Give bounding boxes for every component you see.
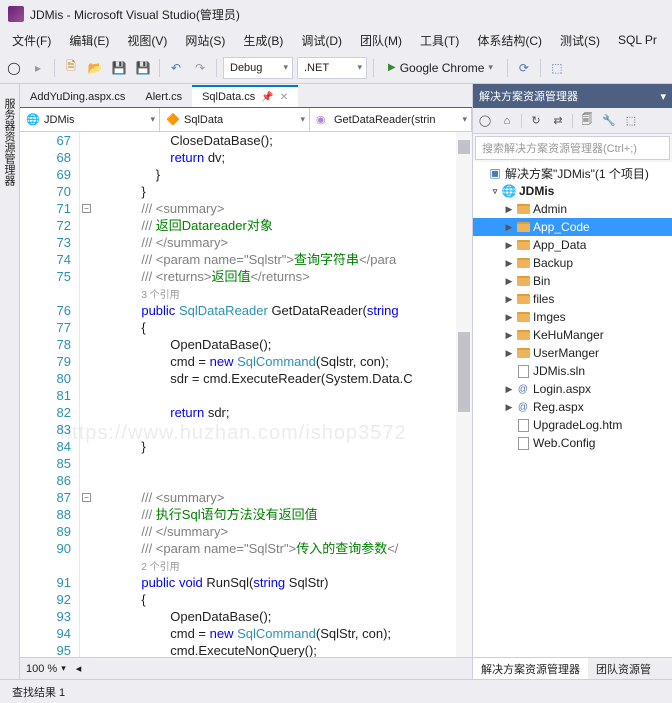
solution-explorer-header: 解决方案资源管理器 ▾	[473, 84, 672, 108]
sol-sync-button[interactable]: ⇄	[550, 113, 566, 129]
tree-node-backup[interactable]: ▶Backup	[473, 254, 672, 272]
class-icon: 🔶	[166, 113, 180, 127]
navigation-bar: 🌐 JDMis 🔶 SqlData ◉ GetDataReader(strin	[20, 108, 472, 132]
tree-node-jdmis-sln[interactable]: JDMis.sln	[473, 362, 672, 380]
tree-node-files[interactable]: ▶files	[473, 290, 672, 308]
menu-sql[interactable]: SQL Pr	[610, 31, 665, 49]
scroll-up-button[interactable]	[458, 140, 470, 154]
tree-node-upgradelog-htm[interactable]: UpgradeLog.htm	[473, 416, 672, 434]
window-title: JDMis - Microsoft Visual Studio(管理员)	[30, 6, 240, 23]
open-button[interactable]: 📂	[85, 58, 105, 78]
tree-node-kehumanger[interactable]: ▶KeHuManger	[473, 326, 672, 344]
document-tabs: AddYuDing.aspx.cs Alert.cs SqlData.cs 📌 …	[20, 84, 472, 108]
fold-toggle[interactable]: −	[82, 204, 91, 213]
menu-architecture[interactable]: 体系结构(C)	[469, 30, 550, 51]
vertical-scrollbar[interactable]	[456, 132, 472, 657]
play-icon: ▶	[388, 62, 396, 73]
sol-tab-team[interactable]: 团队资源管	[588, 658, 659, 679]
redo-button[interactable]: ↷	[190, 58, 210, 78]
solution-tree[interactable]: ▣解决方案"JDMis"(1 个项目)▿🌐JDMis▶Admin▶App_Cod…	[473, 162, 672, 657]
menu-view[interactable]: 视图(V)	[119, 30, 175, 51]
menu-debug[interactable]: 调试(D)	[293, 30, 350, 51]
sol-preview-button[interactable]: ⬚	[623, 113, 639, 129]
sol-showall-button[interactable]: 🗐	[579, 113, 595, 129]
statusbar: 查找结果 1	[0, 679, 672, 703]
sol-back-button[interactable]: ◯	[477, 113, 493, 129]
tree-node-bin[interactable]: ▶Bin	[473, 272, 672, 290]
tree-node-reg-aspx[interactable]: ▶@Reg.aspx	[473, 398, 672, 416]
config-dropdown[interactable]: Debug	[223, 57, 293, 79]
menu-test[interactable]: 测试(S)	[552, 30, 608, 51]
save-all-button[interactable]: 💾	[133, 58, 153, 78]
main-toolbar: ◯ ▸ 🗎 📂 💾 💾 ↶ ↷ Debug .NET ▶ Google Chro…	[0, 52, 672, 84]
tree-node-app-data[interactable]: ▶App_Data	[473, 236, 672, 254]
menu-build[interactable]: 生成(B)	[235, 30, 291, 51]
doc-tab-sqldata[interactable]: SqlData.cs 📌 ✕	[192, 85, 298, 107]
zoom-bar: 100 % ▾ ◂	[20, 657, 472, 679]
back-button[interactable]: ◯	[4, 58, 24, 78]
vs-logo-icon	[8, 6, 24, 22]
doc-tab-addyuding[interactable]: AddYuDing.aspx.cs	[20, 87, 135, 107]
menu-team[interactable]: 团队(M)	[352, 30, 410, 51]
browser-link-button[interactable]: ⟳	[514, 58, 534, 78]
sol-properties-button[interactable]: 🔧	[601, 113, 617, 129]
find-results-label[interactable]: 查找结果 1	[12, 684, 65, 700]
code-content[interactable]: CloseDataBase(); return dv; } } /// <sum…	[94, 132, 472, 657]
sol-refresh-button[interactable]: ↻	[528, 113, 544, 129]
sol-home-button[interactable]: ⌂	[499, 113, 515, 129]
platform-dropdown[interactable]: .NET	[297, 57, 367, 79]
tree-node-jdmis[interactable]: ▿🌐JDMis	[473, 182, 672, 200]
left-side-tabs: 服务器资源管理器 工具箱	[0, 84, 20, 679]
doc-tab-alert[interactable]: Alert.cs	[135, 87, 192, 107]
globe-icon: 🌐	[26, 113, 40, 127]
tree-node-imges[interactable]: ▶Imges	[473, 308, 672, 326]
scroll-thumb[interactable]	[458, 332, 470, 412]
sol-tab-explorer[interactable]: 解决方案资源管理器	[473, 658, 588, 679]
extension-button[interactable]: ⬚	[547, 58, 567, 78]
save-button[interactable]: 💾	[109, 58, 129, 78]
undo-button[interactable]: ↶	[166, 58, 186, 78]
zoom-level[interactable]: 100 %	[26, 663, 57, 675]
panel-dropdown-icon[interactable]: ▾	[660, 90, 666, 103]
folding-column[interactable]: −−	[80, 132, 94, 657]
menu-website[interactable]: 网站(S)	[177, 30, 233, 51]
solution-toolbar: ◯ ⌂ ↻ ⇄ 🗐 🔧 ⬚	[473, 108, 672, 134]
forward-button[interactable]: ▸	[28, 58, 48, 78]
new-project-button[interactable]: 🗎	[61, 58, 81, 78]
server-explorer-tab[interactable]: 服务器资源管理器	[0, 92, 19, 679]
method-icon: ◉	[316, 113, 330, 127]
code-editor[interactable]: 6768697071727374757677787980818283848586…	[20, 132, 472, 657]
nav-project-dropdown[interactable]: 🌐 JDMis	[20, 108, 160, 131]
solution-panel-tabs: 解决方案资源管理器 团队资源管	[473, 657, 672, 679]
tree-node-usermanger[interactable]: ▶UserManger	[473, 344, 672, 362]
menu-edit[interactable]: 编辑(E)	[61, 30, 117, 51]
close-icon[interactable]: ✕	[280, 92, 288, 103]
menu-tools[interactable]: 工具(T)	[412, 30, 467, 51]
nav-class-dropdown[interactable]: 🔶 SqlData	[160, 108, 310, 131]
pin-icon[interactable]: 📌	[261, 92, 273, 103]
tree-node-app-code[interactable]: ▶App_Code	[473, 218, 672, 236]
fold-toggle[interactable]: −	[82, 493, 91, 502]
menu-file[interactable]: 文件(F)	[4, 30, 59, 51]
line-numbers: 6768697071727374757677787980818283848586…	[20, 132, 80, 657]
tree-node-admin[interactable]: ▶Admin	[473, 200, 672, 218]
tree-node-web-config[interactable]: Web.Config	[473, 434, 672, 452]
tree-node-login-aspx[interactable]: ▶@Login.aspx	[473, 380, 672, 398]
solution-search-input[interactable]: 搜索解决方案资源管理器(Ctrl+;)	[475, 136, 670, 160]
menubar: 文件(F) 编辑(E) 视图(V) 网站(S) 生成(B) 调试(D) 团队(M…	[0, 28, 672, 52]
tree-node--jdmis-1-[interactable]: ▣解决方案"JDMis"(1 个项目)	[473, 164, 672, 182]
nav-member-dropdown[interactable]: ◉ GetDataReader(strin	[310, 108, 472, 131]
start-debug-button[interactable]: ▶ Google Chrome ▾	[380, 57, 501, 79]
